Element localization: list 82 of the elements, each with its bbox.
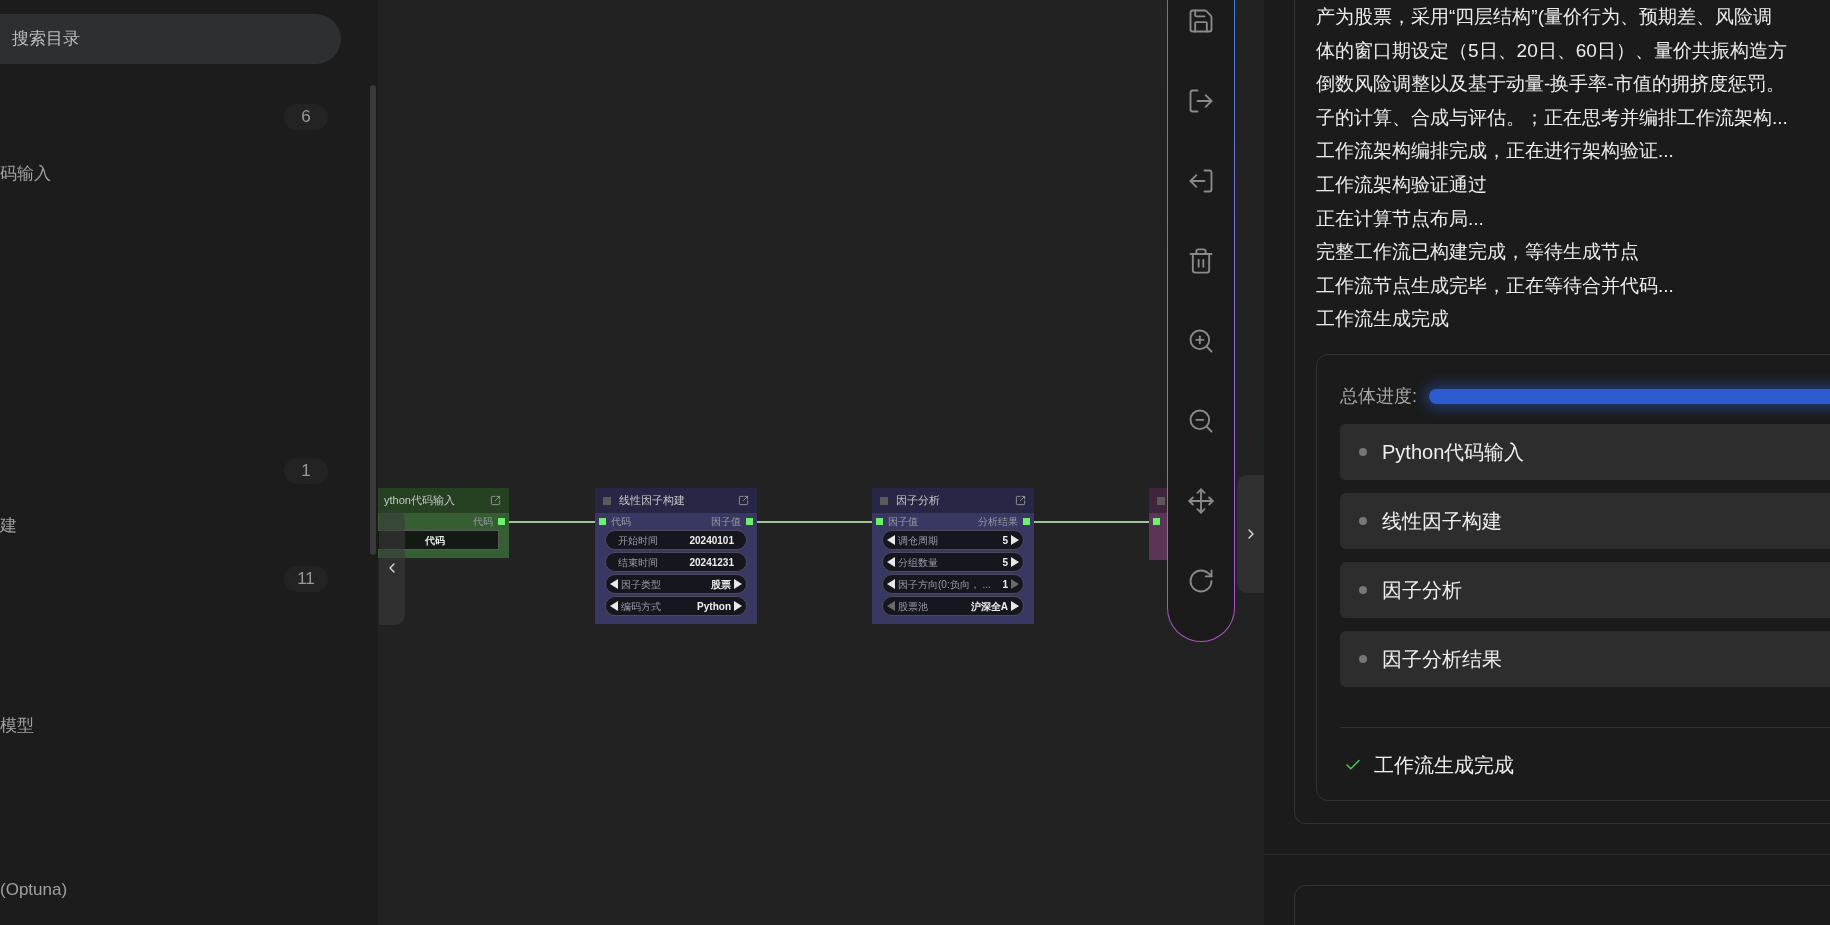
node-widget[interactable]: 结束时间 20241231 bbox=[605, 552, 747, 572]
left-arrow-icon[interactable] bbox=[610, 601, 618, 611]
right-arrow-icon[interactable] bbox=[734, 579, 742, 589]
edit-icon[interactable] bbox=[490, 495, 501, 506]
step-label: 线性因子构建 bbox=[1382, 508, 1502, 534]
left-arrow-icon[interactable] bbox=[887, 557, 895, 567]
combo-label: 因子方向(0:负向， ... bbox=[898, 577, 991, 592]
count-badge: 11 bbox=[284, 566, 328, 592]
progress-label: 总体进度: bbox=[1340, 385, 1417, 409]
combo-value: 沪深全A bbox=[970, 599, 1008, 614]
left-arrow-icon[interactable] bbox=[887, 535, 895, 545]
workflow-node[interactable]: 线性因子构建 代码 因子值 开始时间 20240101 结束时间 20241231 因子类型 股票 编码方式 Python bbox=[595, 488, 757, 624]
search-field[interactable]: 搜索目录 bbox=[0, 14, 341, 64]
log-line: 体的窗口期设定（5日、20日、60日）、量价共振构造方 bbox=[1316, 38, 1788, 63]
edit-icon[interactable] bbox=[1015, 495, 1026, 506]
log-line: 完整工作流已构建完成，等待生成节点 bbox=[1316, 240, 1640, 265]
right-arrow-icon[interactable] bbox=[1011, 557, 1019, 567]
combo-value: 5 bbox=[1002, 533, 1008, 548]
node-combo[interactable]: 编码方式 Python bbox=[605, 596, 747, 616]
node-combo[interactable]: 股票池 沪深全A bbox=[882, 596, 1024, 616]
node-title: 线性因子构建 bbox=[619, 493, 685, 509]
collapse-toggle-icon[interactable] bbox=[880, 496, 888, 505]
status-text: 工作流生成完成 bbox=[1374, 752, 1514, 778]
category-label[interactable]: 建 bbox=[0, 514, 17, 538]
combo-value: 5 bbox=[1002, 555, 1008, 570]
import-icon bbox=[1187, 167, 1215, 195]
count-badge: 6 bbox=[284, 104, 328, 130]
port-label: 代码 bbox=[473, 515, 493, 529]
refresh-icon bbox=[1187, 567, 1215, 595]
log-line: 工作流架构验证通过 bbox=[1316, 172, 1488, 197]
node-field[interactable]: 代码 bbox=[378, 530, 499, 550]
node-title: ython代码输入 bbox=[384, 493, 455, 509]
combo-label: 股票池 bbox=[898, 599, 928, 614]
node-widget[interactable]: 开始时间 20240101 bbox=[605, 530, 747, 550]
right-arrow-icon[interactable] bbox=[1011, 535, 1019, 545]
category-label[interactable]: 模型 bbox=[0, 714, 34, 738]
log-line: 倒数风险调整以及基于动量-换手率-市值的拥挤度惩罚。 bbox=[1316, 72, 1786, 97]
zoom-in-icon bbox=[1187, 327, 1215, 355]
workflow-node[interactable] bbox=[1149, 488, 1167, 560]
port-label: 因子值 bbox=[711, 515, 741, 529]
zoom-out-icon bbox=[1187, 407, 1215, 435]
scrollbar[interactable] bbox=[370, 85, 376, 555]
step-label: Python代码输入 bbox=[1382, 439, 1525, 465]
step-label: 因子分析结果 bbox=[1382, 646, 1502, 672]
port-label: 因子值 bbox=[888, 515, 918, 529]
collapse-toggle-icon[interactable] bbox=[1157, 496, 1165, 505]
combo-value: 1 bbox=[1002, 577, 1008, 592]
left-arrow-icon[interactable] bbox=[610, 579, 618, 589]
combo-label: 编码方式 bbox=[621, 599, 661, 614]
node-combo[interactable]: 因子类型 股票 bbox=[605, 574, 747, 594]
step-label: 因子分析 bbox=[1382, 577, 1462, 603]
delete-icon bbox=[1187, 247, 1215, 275]
combo-label: 分组数量 bbox=[898, 555, 938, 570]
node-combo[interactable]: 因子方向(0:负向， ... 1 bbox=[882, 574, 1024, 594]
category-label[interactable]: 码输入 bbox=[0, 162, 51, 186]
combo-label: 调仓周期 bbox=[898, 533, 938, 548]
count-badge: 1 bbox=[284, 458, 328, 484]
right-arrow-icon[interactable] bbox=[734, 601, 742, 611]
save-icon bbox=[1187, 7, 1215, 35]
log-line: 工作流架构编排完成，正在进行架构验证... bbox=[1316, 139, 1675, 164]
category-label[interactable]: (Optuna) bbox=[0, 878, 68, 902]
left-arrow-icon[interactable] bbox=[887, 579, 895, 589]
port-label: 代码 bbox=[611, 515, 631, 529]
right-arrow-icon[interactable] bbox=[1011, 601, 1019, 611]
log-line: 正在计算节点布局... bbox=[1316, 206, 1485, 231]
workflow-node[interactable]: 因子分析 因子值 分析结果 调仓周期 5 分组数量 5 因子方向(0:负向， ... 1 股票池 沪深全A bbox=[872, 488, 1034, 624]
log-line: 子的计算、合成与评估。；正在思考并编排工作流架构... bbox=[1316, 105, 1789, 130]
port-label: 分析结果 bbox=[978, 515, 1018, 529]
move-icon bbox=[1187, 487, 1215, 515]
edit-icon[interactable] bbox=[738, 495, 749, 506]
node-combo[interactable]: 分组数量 5 bbox=[882, 552, 1024, 572]
node-title: 因子分析 bbox=[896, 493, 940, 509]
combo-label: 因子类型 bbox=[621, 577, 661, 592]
log-line: 产为股票，采用“四层结构”(量价行为、预期差、风险调 bbox=[1316, 5, 1773, 29]
export-icon bbox=[1187, 87, 1215, 115]
collapse-toggle-icon[interactable] bbox=[603, 496, 611, 505]
log-line: 工作流生成完成 bbox=[1316, 307, 1450, 332]
combo-value: Python bbox=[697, 599, 731, 614]
combo-value: 股票 bbox=[711, 577, 731, 592]
workflow-node[interactable]: ython代码输入 代码 代码 bbox=[378, 488, 509, 558]
node-combo[interactable]: 调仓周期 5 bbox=[882, 530, 1024, 550]
log-line: 工作流节点生成完毕，正在等待合并代码... bbox=[1316, 273, 1675, 298]
